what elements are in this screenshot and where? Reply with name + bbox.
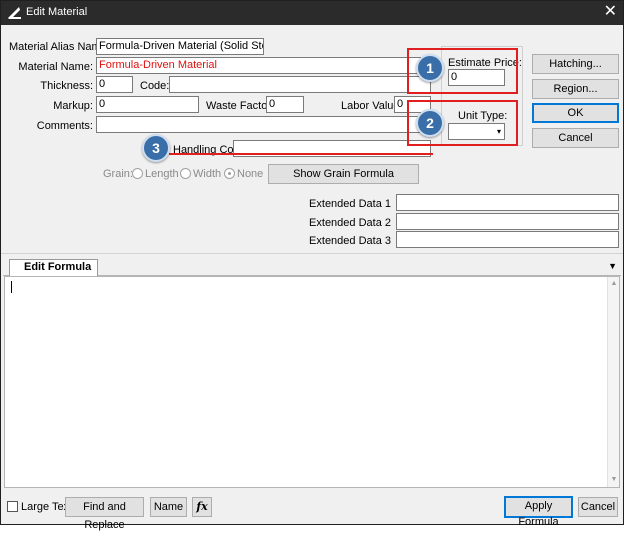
code-input[interactable] <box>169 76 431 93</box>
code-label: Code: <box>140 80 170 92</box>
comments-input[interactable] <box>96 116 431 133</box>
edit-material-dialog: Edit Material ✕ Material Alias Name: For… <box>0 0 624 531</box>
extended-data-3-label: Extended Data 3 <box>309 235 391 247</box>
large-text-checkbox[interactable] <box>7 501 18 512</box>
window-title: Edit Material <box>26 6 88 18</box>
formula-tab-strip: Edit Formula ▼ <box>3 258 621 276</box>
hatching-button[interactable]: Hatching... <box>532 54 619 74</box>
comments-label: Comments: <box>36 120 93 132</box>
alias-label: Material Alias Name: <box>9 41 110 53</box>
find-and-replace-button[interactable]: Find and Replace <box>65 497 144 531</box>
material-name-input[interactable]: Formula-Driven Material <box>96 57 431 74</box>
text-caret <box>11 281 12 293</box>
grain-width-radio[interactable] <box>180 168 191 179</box>
extended-data-3-input[interactable] <box>396 231 619 248</box>
extended-data-1-label: Extended Data 1 <box>309 198 391 210</box>
editor-scrollbar[interactable]: ▲ ▼ <box>607 277 619 487</box>
thickness-input[interactable]: 0 <box>96 76 133 93</box>
extended-data-2-input[interactable] <box>396 213 619 230</box>
tab-edit-formula[interactable]: Edit Formula <box>9 259 99 276</box>
grain-width-label: Width <box>193 168 222 180</box>
tab-menu-chevron-icon[interactable]: ▼ <box>608 261 617 271</box>
extended-data-2-label: Extended Data 2 <box>309 217 391 229</box>
show-grain-formula-button[interactable]: Show Grain Formula <box>268 164 419 184</box>
markup-label: Markup: <box>53 100 93 112</box>
material-name-label: Material Name: <box>18 61 93 73</box>
grain-length-radio[interactable] <box>132 168 143 179</box>
highlight-handling-code <box>169 153 433 155</box>
alias-input[interactable]: Formula-Driven Material (Solid Stock) <box>96 38 264 55</box>
callout-badge-1: 1 <box>416 54 444 82</box>
cancel-bottom-button[interactable]: Cancel <box>578 497 618 517</box>
divider <box>1 253 623 254</box>
thickness-label: Thickness: <box>40 80 93 92</box>
grain-length-label: Length <box>145 168 179 180</box>
ok-button[interactable]: OK <box>532 103 619 123</box>
formula-editor[interactable]: ▲ ▼ <box>4 276 620 488</box>
scroll-down-icon[interactable]: ▼ <box>609 475 619 485</box>
grain-none-label: None <box>237 168 264 180</box>
waste-factor-label: Waste Factor: <box>206 100 275 112</box>
callout-badge-2: 2 <box>416 109 444 137</box>
cancel-button[interactable]: Cancel <box>532 128 619 148</box>
app-logo-icon <box>8 7 21 19</box>
function-fx-icon[interactable]: fx <box>192 497 212 517</box>
apply-formula-button[interactable]: Apply Formula <box>504 496 573 528</box>
waste-factor-input[interactable]: 0 <box>266 96 304 113</box>
extended-data-1-input[interactable] <box>396 194 619 211</box>
grain-label: Grain: <box>103 168 133 180</box>
scroll-up-icon[interactable]: ▲ <box>609 279 619 289</box>
title-bar: Edit Material ✕ <box>1 1 623 25</box>
grain-none-radio[interactable] <box>224 168 235 179</box>
region-button[interactable]: Region... <box>532 79 619 99</box>
markup-input[interactable]: 0 <box>96 96 199 113</box>
close-icon[interactable]: ✕ <box>604 3 617 21</box>
callout-badge-3: 3 <box>142 134 170 162</box>
name-button[interactable]: Name <box>150 497 187 517</box>
